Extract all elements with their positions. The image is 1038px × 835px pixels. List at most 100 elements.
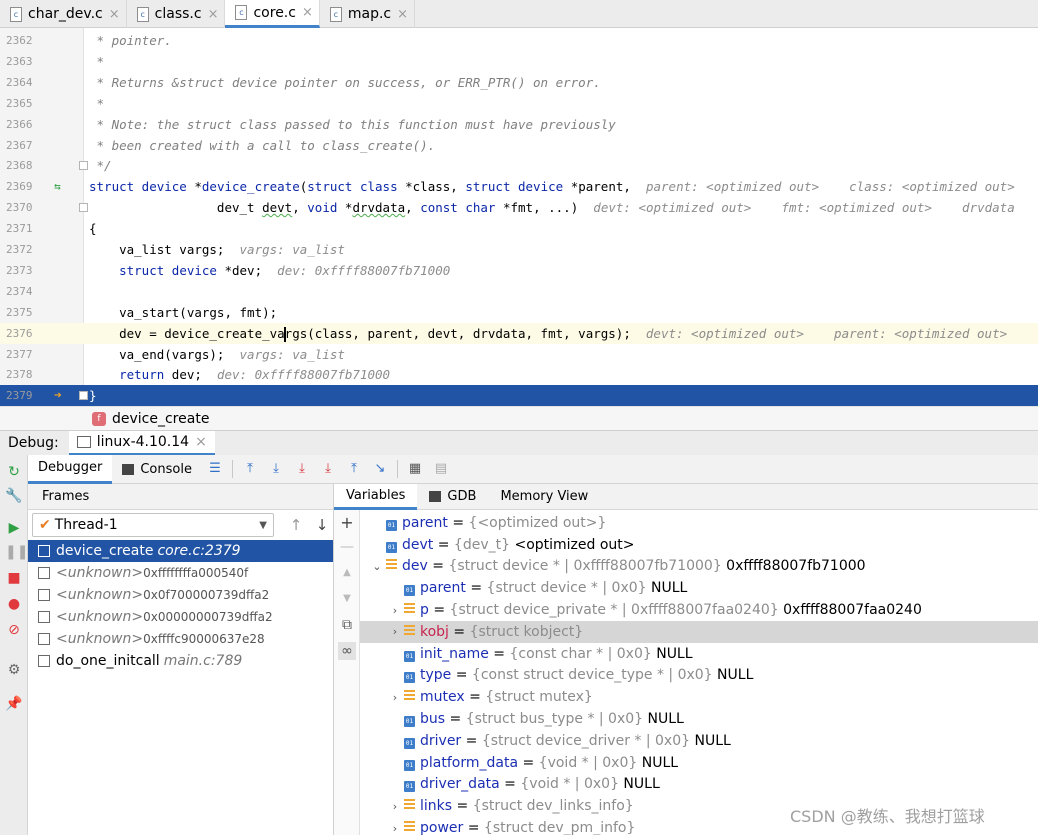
- code-line[interactable]: 2367 * been created with a call to class…: [0, 135, 1038, 156]
- stack-frame[interactable]: <unknown> 0xffffffffa000540f: [28, 562, 333, 584]
- mute-breakpoints-icon[interactable]: ⊘: [5, 621, 23, 639]
- line-number[interactable]: 2379: [6, 385, 36, 406]
- close-icon[interactable]: ×: [195, 434, 207, 450]
- variable-row[interactable]: 01 driver_data = {void * | 0x0} NULL: [360, 774, 1038, 796]
- line-number[interactable]: 2362: [6, 30, 36, 51]
- override-marker-icon[interactable]: ⇆: [54, 176, 61, 197]
- line-number[interactable]: 2377: [6, 344, 36, 365]
- line-number[interactable]: 2375: [6, 302, 36, 323]
- tab-debugger[interactable]: Debugger: [28, 454, 113, 484]
- close-icon[interactable]: ×: [208, 7, 219, 22]
- editor-tab-char-dev-c[interactable]: c char_dev.c ×: [0, 0, 127, 28]
- step-over-icon[interactable]: ⤓: [266, 459, 286, 479]
- variable-row[interactable]: ⌄ dev = {struct device * | 0xffff88007fb7…: [360, 556, 1038, 578]
- code-line[interactable]: 2370 dev_t devt, void *drvdata, const ch…: [0, 197, 1038, 218]
- view-breakpoints-icon[interactable]: ●: [5, 595, 23, 613]
- evaluate-expression-icon[interactable]: ▦: [405, 459, 425, 479]
- move-down-icon[interactable]: ▼: [338, 590, 356, 608]
- editor-tab-map-c[interactable]: c map.c ×: [320, 0, 416, 28]
- code-line[interactable]: 2373 struct device *dev; dev: 0xffff8800…: [0, 260, 1038, 281]
- code-line[interactable]: 2374: [0, 281, 1038, 302]
- code-line[interactable]: 2368 */: [0, 155, 1038, 176]
- code-line[interactable]: 2372 va_list vargs; vargs: va_list: [0, 239, 1038, 260]
- breadcrumb[interactable]: f device_create: [0, 406, 1038, 430]
- line-number[interactable]: 2372: [6, 239, 36, 260]
- code-line[interactable]: 2366 * Note: the struct class passed to …: [0, 114, 1038, 135]
- step-into-icon[interactable]: ⤓: [292, 459, 312, 479]
- add-watch-icon[interactable]: +: [338, 514, 356, 532]
- code-line[interactable]: 2376 dev = device_create_vargs(class, pa…: [0, 322, 1038, 344]
- thread-dropdown[interactable]: ✔ Thread-1 ▼: [32, 513, 274, 537]
- glasses-icon[interactable]: ∞: [338, 642, 356, 660]
- stop-icon[interactable]: ■: [5, 569, 23, 587]
- expand-icon[interactable]: ›: [390, 691, 400, 704]
- settings-icon[interactable]: ⚙: [5, 661, 23, 679]
- variable-row[interactable]: 01 driver = {struct device_driver * | 0x0…: [360, 730, 1038, 752]
- expand-icon[interactable]: ›: [390, 822, 400, 835]
- stack-frame[interactable]: device_create core.c:2379: [28, 540, 333, 562]
- copy-icon[interactable]: ⧉: [338, 616, 356, 634]
- code-line[interactable]: 2364 * Returns &struct device pointer on…: [0, 72, 1038, 93]
- fold-marker-icon[interactable]: [79, 161, 88, 171]
- move-up-icon[interactable]: ▲: [338, 564, 356, 582]
- code-line[interactable]: 2363 *: [0, 51, 1038, 72]
- fold-marker-icon[interactable]: [79, 203, 88, 213]
- line-number[interactable]: 2374: [6, 281, 36, 302]
- tab-gdb[interactable]: GDB: [417, 484, 488, 510]
- line-number[interactable]: 2368: [6, 155, 36, 176]
- code-editor[interactable]: 2362 * pointer. 2363 * 2364 * Returns &str…: [0, 28, 1038, 406]
- line-number[interactable]: 2373: [6, 260, 36, 281]
- variable-row[interactable]: 01 devt = {dev_t} <optimized out>: [360, 534, 1038, 556]
- code-line[interactable]: 2371 {: [0, 218, 1038, 239]
- variable-row[interactable]: 01 bus = {struct bus_type * | 0x0} NULL: [360, 708, 1038, 730]
- code-line[interactable]: 2375 va_start(vargs, fmt);: [0, 302, 1038, 323]
- code-line[interactable]: 2362 * pointer.: [0, 30, 1038, 51]
- tab-memory-view[interactable]: Memory View: [488, 484, 600, 510]
- line-number[interactable]: 2363: [6, 51, 36, 72]
- expand-icon[interactable]: ›: [390, 604, 400, 617]
- line-number[interactable]: 2376: [6, 323, 36, 344]
- variable-row[interactable]: 01 parent = {<optimized out>}: [360, 512, 1038, 534]
- line-number[interactable]: 2365: [6, 93, 36, 114]
- tab-variables[interactable]: Variables: [334, 483, 418, 510]
- fold-marker-icon[interactable]: [79, 391, 88, 401]
- variable-row[interactable]: › kobj = {struct kobject}: [360, 621, 1038, 643]
- editor-tab-core-c[interactable]: c core.c ×: [225, 0, 320, 28]
- variable-row[interactable]: 01 init_name = {const char * | 0x0} NULL: [360, 643, 1038, 665]
- variable-row[interactable]: 01 parent = {struct device * | 0x0} NULL: [360, 577, 1038, 599]
- code-line[interactable]: 2377 va_end(vargs); vargs: va_list: [0, 344, 1038, 365]
- breadcrumb-function[interactable]: device_create: [112, 411, 209, 427]
- pin-icon[interactable]: 📌: [5, 695, 23, 713]
- menu-icon[interactable]: ☰: [205, 459, 225, 479]
- code-line[interactable]: 2369 ⇆ struct device *device_create(struct…: [0, 176, 1038, 197]
- editor-tab-class-c[interactable]: c class.c ×: [127, 0, 226, 28]
- variable-row[interactable]: › mutex = {struct mutex}: [360, 686, 1038, 708]
- close-icon[interactable]: ×: [397, 7, 408, 22]
- line-number[interactable]: 2378: [6, 364, 36, 385]
- expand-icon[interactable]: ›: [390, 625, 400, 638]
- line-number[interactable]: 2369: [6, 176, 36, 197]
- code-line[interactable]: 2379 ➔}: [0, 385, 1038, 406]
- close-icon[interactable]: ×: [109, 7, 120, 22]
- arrow-down-icon[interactable]: ↓: [312, 516, 332, 534]
- step-out-icon[interactable]: ⤒: [344, 459, 364, 479]
- pause-icon[interactable]: ❚❚: [5, 543, 28, 561]
- stack-frame[interactable]: <unknown> 0x00000000739dffa2: [28, 606, 333, 628]
- code-line[interactable]: 2365 *: [0, 93, 1038, 114]
- tab-console[interactable]: Console: [112, 455, 202, 484]
- trace-icon[interactable]: ▤: [431, 459, 451, 479]
- stack-frame[interactable]: <unknown> 0x0f700000739dffa2: [28, 584, 333, 606]
- expand-icon[interactable]: ›: [390, 800, 400, 813]
- variable-row[interactable]: 01 type = {const struct device_type * | 0…: [360, 665, 1038, 687]
- line-number[interactable]: 2367: [6, 135, 36, 156]
- line-number[interactable]: 2371: [6, 218, 36, 239]
- show-execution-point-icon[interactable]: ⤒: [240, 459, 260, 479]
- remove-watch-icon[interactable]: —: [338, 538, 356, 556]
- line-number[interactable]: 2364: [6, 72, 36, 93]
- stack-frame[interactable]: do_one_initcall main.c:789: [28, 650, 333, 672]
- close-icon[interactable]: ×: [302, 5, 313, 20]
- stack-frame[interactable]: <unknown> 0xffffc90000637e28: [28, 628, 333, 650]
- variable-row[interactable]: 01 platform_data = {void * | 0x0} NULL: [360, 752, 1038, 774]
- variable-row[interactable]: › p = {struct device_private * | 0xffff88…: [360, 599, 1038, 621]
- debug-session-tab[interactable]: linux-4.10.14 ×: [68, 430, 215, 456]
